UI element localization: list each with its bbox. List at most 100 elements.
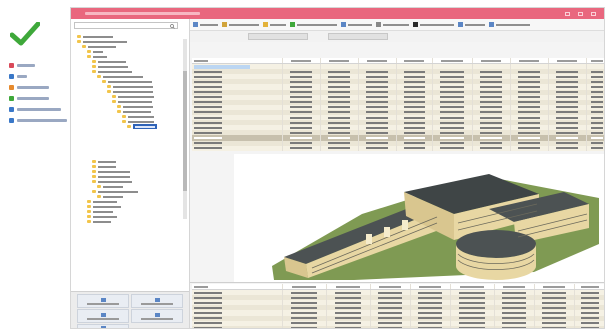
panel-button-1[interactable] <box>77 294 129 308</box>
table-cell-value <box>459 312 485 315</box>
table-cell-value <box>590 80 604 83</box>
sub-toolbar-button-1[interactable] <box>248 33 308 40</box>
toolbar-button-5[interactable] <box>341 22 372 27</box>
table-row[interactable] <box>192 145 604 151</box>
building-3d-view[interactable] <box>234 154 605 282</box>
toolbar-button-1[interactable] <box>193 22 218 27</box>
toolbar-button-3[interactable] <box>263 22 286 27</box>
table-cell-value <box>517 147 541 150</box>
table-cell-value <box>289 91 313 94</box>
nav-item-label <box>17 96 49 100</box>
table-cell-value <box>194 306 222 309</box>
table-cell-value <box>327 80 351 83</box>
table-cell-value <box>440 136 464 139</box>
tree-node-label <box>98 70 132 73</box>
table-cell-value <box>502 317 526 320</box>
table-cell-value <box>479 96 503 99</box>
search-icon[interactable] <box>170 24 175 29</box>
nav-item-3[interactable] <box>9 83 49 91</box>
table-cell-value <box>403 126 425 129</box>
close-icon[interactable] <box>591 11 596 16</box>
nav-icon <box>9 62 14 68</box>
table-cell-value <box>403 111 425 114</box>
table-cell-value <box>542 312 566 315</box>
toolbar-icon <box>376 22 381 27</box>
table-cell-value <box>194 296 222 299</box>
tree-node[interactable] <box>87 219 111 224</box>
table-cell-value <box>502 301 526 304</box>
tree-node-label <box>118 95 154 98</box>
table-cell-value <box>440 147 464 150</box>
tree-node-label <box>128 120 154 123</box>
table-cell-value <box>365 91 389 94</box>
folder-icon <box>92 70 96 73</box>
nav-item-2[interactable] <box>9 72 27 80</box>
table-cell-value <box>418 317 442 320</box>
panel-button-3[interactable] <box>77 309 129 323</box>
table-cell-value <box>590 91 604 94</box>
tree-node[interactable] <box>127 124 157 129</box>
toolbar-button-4[interactable] <box>290 22 337 27</box>
folder-icon <box>87 220 91 223</box>
maximize-icon[interactable] <box>578 11 583 16</box>
nav-item-4[interactable] <box>9 94 49 102</box>
table-cell-value <box>403 75 425 78</box>
search-input[interactable] <box>74 22 178 29</box>
tree-node-selected[interactable] <box>133 124 157 129</box>
toolbar-button-2[interactable] <box>222 22 259 27</box>
toolbar-button-label <box>420 23 454 26</box>
toolbar <box>190 19 604 31</box>
sub-toolbar-button-2[interactable] <box>328 33 388 40</box>
table-cell <box>358 145 397 151</box>
table-cell-value <box>517 121 541 124</box>
column-header-label <box>441 59 463 62</box>
table-cell-value <box>291 301 317 304</box>
table-cell-value <box>289 101 313 104</box>
panel-button-5[interactable] <box>77 324 129 328</box>
table-cell-value <box>502 312 526 315</box>
detail-table <box>192 284 604 328</box>
table-cell-value <box>502 306 526 309</box>
tree-pane <box>71 19 190 328</box>
panel-button-icon <box>154 297 160 302</box>
table-cell-value <box>378 312 402 315</box>
table-cell-value <box>590 70 604 73</box>
nav-item-5[interactable] <box>9 105 61 113</box>
tree-node-label <box>108 80 152 83</box>
panel-button-4[interactable] <box>131 309 183 323</box>
minimize-icon[interactable] <box>565 11 570 16</box>
column-header-label <box>328 59 350 62</box>
nav-item-1[interactable] <box>9 61 35 69</box>
table-cell-value <box>517 70 541 73</box>
cell-input[interactable] <box>194 64 250 69</box>
tree-node-label <box>93 55 107 58</box>
table-cell-value <box>479 91 503 94</box>
table-cell-value <box>479 111 503 114</box>
table-cell-value <box>194 131 222 134</box>
table-cell-value <box>365 142 389 145</box>
toolbar-button-7[interactable] <box>413 22 454 27</box>
action-button-panel <box>71 291 189 328</box>
table-cell-value <box>440 86 464 89</box>
tree-node-label <box>98 60 126 63</box>
table-cell-value <box>327 86 351 89</box>
folder-icon <box>92 175 96 178</box>
table-cell-value <box>590 106 604 109</box>
tree-node-label <box>98 170 130 173</box>
folder-icon <box>87 215 91 218</box>
panel-button-2[interactable] <box>131 294 183 308</box>
folder-icon <box>92 60 96 63</box>
table-cell-value <box>289 70 313 73</box>
table-cell-value <box>590 96 604 99</box>
pane-separator[interactable] <box>190 282 604 283</box>
nav-item-6[interactable] <box>9 116 67 124</box>
toolbar-button-9[interactable] <box>489 22 530 27</box>
toolbar-button-8[interactable] <box>458 22 485 27</box>
tree-scrollbar-thumb[interactable] <box>183 71 187 191</box>
table-cell-value <box>580 296 600 299</box>
toolbar-button-6[interactable] <box>376 22 409 27</box>
summary-table <box>192 58 604 151</box>
tree-node-label <box>113 90 153 93</box>
table-cell-value <box>289 147 313 150</box>
table-cell-value <box>289 111 313 114</box>
